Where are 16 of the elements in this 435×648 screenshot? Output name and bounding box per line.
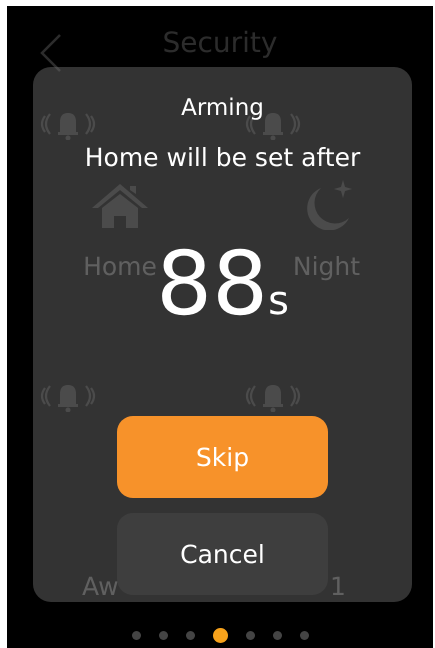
bell-icon	[243, 382, 303, 412]
page-dot[interactable]	[158, 631, 168, 640]
page-dot[interactable]	[246, 631, 254, 640]
page-dot[interactable]	[132, 631, 140, 640]
bell-icon	[38, 110, 98, 140]
cancel-button[interactable]: Cancel	[117, 513, 328, 595]
countdown-unit: s	[268, 281, 289, 321]
page-dot[interactable]	[300, 631, 308, 640]
page-dot[interactable]	[272, 631, 282, 640]
countdown-number: 88	[156, 240, 268, 328]
back-icon[interactable]	[40, 34, 62, 72]
dialog-title: Arming	[181, 95, 264, 121]
page-dot[interactable]	[186, 631, 194, 640]
bell-icon	[38, 382, 98, 412]
page-dot[interactable]	[212, 628, 228, 643]
dialog-message: Home will be set after	[84, 143, 360, 172]
